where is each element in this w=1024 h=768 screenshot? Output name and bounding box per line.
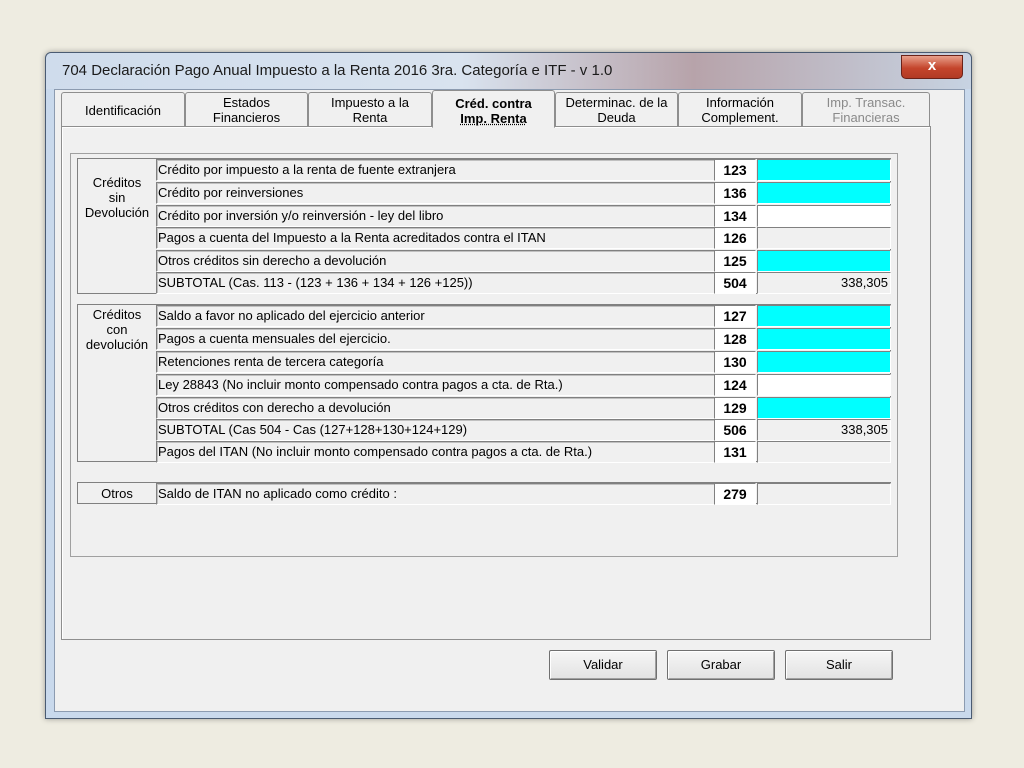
row-description: Retenciones renta de tercera categoría <box>156 351 715 373</box>
tab-label: Deuda <box>597 110 636 125</box>
casilla-code: 279 <box>714 483 756 505</box>
row-description: Crédito por inversión y/o reinversión - … <box>156 205 715 227</box>
casilla-code: 126 <box>714 227 756 249</box>
casilla-code: 506 <box>714 419 756 441</box>
row-description: Pagos del ITAN (No incluir monto compens… <box>156 441 715 463</box>
group-label-sin-devolucion: Créditos sin Devolución <box>78 175 156 220</box>
creditos-panel: Créditos sin Devolución Crédito por impu… <box>70 153 898 557</box>
tab-estados-financieros[interactable]: Estados Financieros <box>185 92 308 126</box>
amount-field-279 <box>757 483 891 505</box>
amount-field-130[interactable] <box>757 351 891 373</box>
casilla-code: 125 <box>714 250 756 272</box>
tab-label: Determinac. de la <box>565 95 668 110</box>
row-description: Pagos a cuenta del Impuesto a la Renta a… <box>156 227 715 249</box>
tab-label: Estados <box>223 95 270 110</box>
casilla-code: 123 <box>714 159 756 181</box>
casilla-code: 134 <box>714 205 756 227</box>
tab-determinac-deuda[interactable]: Determinac. de la Deuda <box>555 92 678 126</box>
declaration-window: 704 Declaración Pago Anual Impuesto a la… <box>45 52 972 719</box>
casilla-code: 124 <box>714 374 756 396</box>
tab-label: Imp. Transac. <box>826 95 906 110</box>
tab-label: Complement. <box>701 110 779 125</box>
validar-button[interactable]: Validar <box>549 650 657 680</box>
group-label-line: Créditos <box>92 175 142 190</box>
casilla-code: 128 <box>714 328 756 350</box>
casilla-code: 131 <box>714 441 756 463</box>
group-label-otros: Otros <box>78 486 156 501</box>
group-creditos-sin-devolucion: Créditos sin Devolución Crédito por impu… <box>77 158 891 294</box>
tab-cred-contra-imp-renta[interactable]: Créd. contra Imp. Renta <box>432 90 555 128</box>
tab-label: Impuesto a la <box>330 95 410 110</box>
close-icon: x <box>927 57 937 74</box>
group-label-line: Créditos <box>92 307 142 322</box>
amount-field-129[interactable] <box>757 397 891 419</box>
amount-field-126 <box>757 227 891 249</box>
row-description: Crédito por reinversiones <box>156 182 715 204</box>
tab-label: Imp. Renta <box>460 111 527 126</box>
group-label-line: devolución <box>85 337 149 352</box>
amount-field-131 <box>757 441 891 463</box>
row-description: Saldo de ITAN no aplicado como crédito : <box>156 483 715 505</box>
row-description: Ley 28843 (No incluir monto compensado c… <box>156 374 715 396</box>
grabar-button[interactable]: Grabar <box>667 650 775 680</box>
tab-label: Financieras <box>832 110 900 125</box>
tab-label: Financieros <box>212 110 281 125</box>
tab-label: Renta <box>352 110 388 125</box>
title-bar[interactable]: 704 Declaración Pago Anual Impuesto a la… <box>46 53 971 89</box>
casilla-code: 136 <box>714 182 756 204</box>
row-description: Pagos a cuenta mensuales del ejercicio. <box>156 328 715 350</box>
tab-page-creditos: Créditos sin Devolución Crédito por impu… <box>61 126 931 640</box>
group-label-line: con <box>106 322 128 337</box>
tab-imp-transac-financieras: Imp. Transac. Financieras <box>802 92 930 126</box>
tab-impuesto-renta[interactable]: Impuesto a la Renta <box>308 92 432 126</box>
row-description: Saldo a favor no aplicado del ejercicio … <box>156 305 715 327</box>
tab-label: Información <box>706 95 774 110</box>
tab-label: Créd. contra <box>455 96 532 111</box>
row-description: Crédito por impuesto a la renta de fuent… <box>156 159 715 181</box>
amount-field-124[interactable] <box>757 374 891 396</box>
row-description: SUBTOTAL (Cas 504 - Cas (127+128+130+124… <box>156 419 715 441</box>
group-label-line: sin <box>108 190 126 205</box>
subtotal-field-506: 338,305 <box>757 419 891 441</box>
tab-label: Identificación <box>85 103 161 118</box>
group-otros: Otros Saldo de ITAN no aplicado como cré… <box>77 482 891 505</box>
casilla-code: 129 <box>714 397 756 419</box>
group-creditos-con-devolucion: Créditos con devolución Saldo a favor no… <box>77 304 891 463</box>
window-client-area: Identificación Estados Financieros Impue… <box>54 89 965 712</box>
casilla-code: 130 <box>714 351 756 373</box>
subtotal-field-504: 338,305 <box>757 272 891 294</box>
close-button[interactable]: x <box>901 55 963 79</box>
group-label-line: Devolución <box>84 205 150 220</box>
salir-button[interactable]: Salir <box>785 650 893 680</box>
row-description: SUBTOTAL (Cas. 113 - (123 + 136 + 134 + … <box>156 272 715 294</box>
amount-field-123[interactable] <box>757 159 891 181</box>
tab-informacion-complement[interactable]: Información Complement. <box>678 92 802 126</box>
group-label-line: Otros <box>101 486 133 501</box>
group-label-con-devolucion: Créditos con devolución <box>78 307 156 352</box>
row-description: Otros créditos con derecho a devolución <box>156 397 715 419</box>
window-title: 704 Declaración Pago Anual Impuesto a la… <box>62 62 613 79</box>
amount-field-134[interactable] <box>757 205 891 227</box>
amount-field-127[interactable] <box>757 305 891 327</box>
casilla-code: 504 <box>714 272 756 294</box>
casilla-code: 127 <box>714 305 756 327</box>
row-description: Otros créditos sin derecho a devolución <box>156 250 715 272</box>
amount-field-125[interactable] <box>757 250 891 272</box>
amount-field-128[interactable] <box>757 328 891 350</box>
amount-field-136[interactable] <box>757 182 891 204</box>
tab-identificacion[interactable]: Identificación <box>61 92 185 126</box>
